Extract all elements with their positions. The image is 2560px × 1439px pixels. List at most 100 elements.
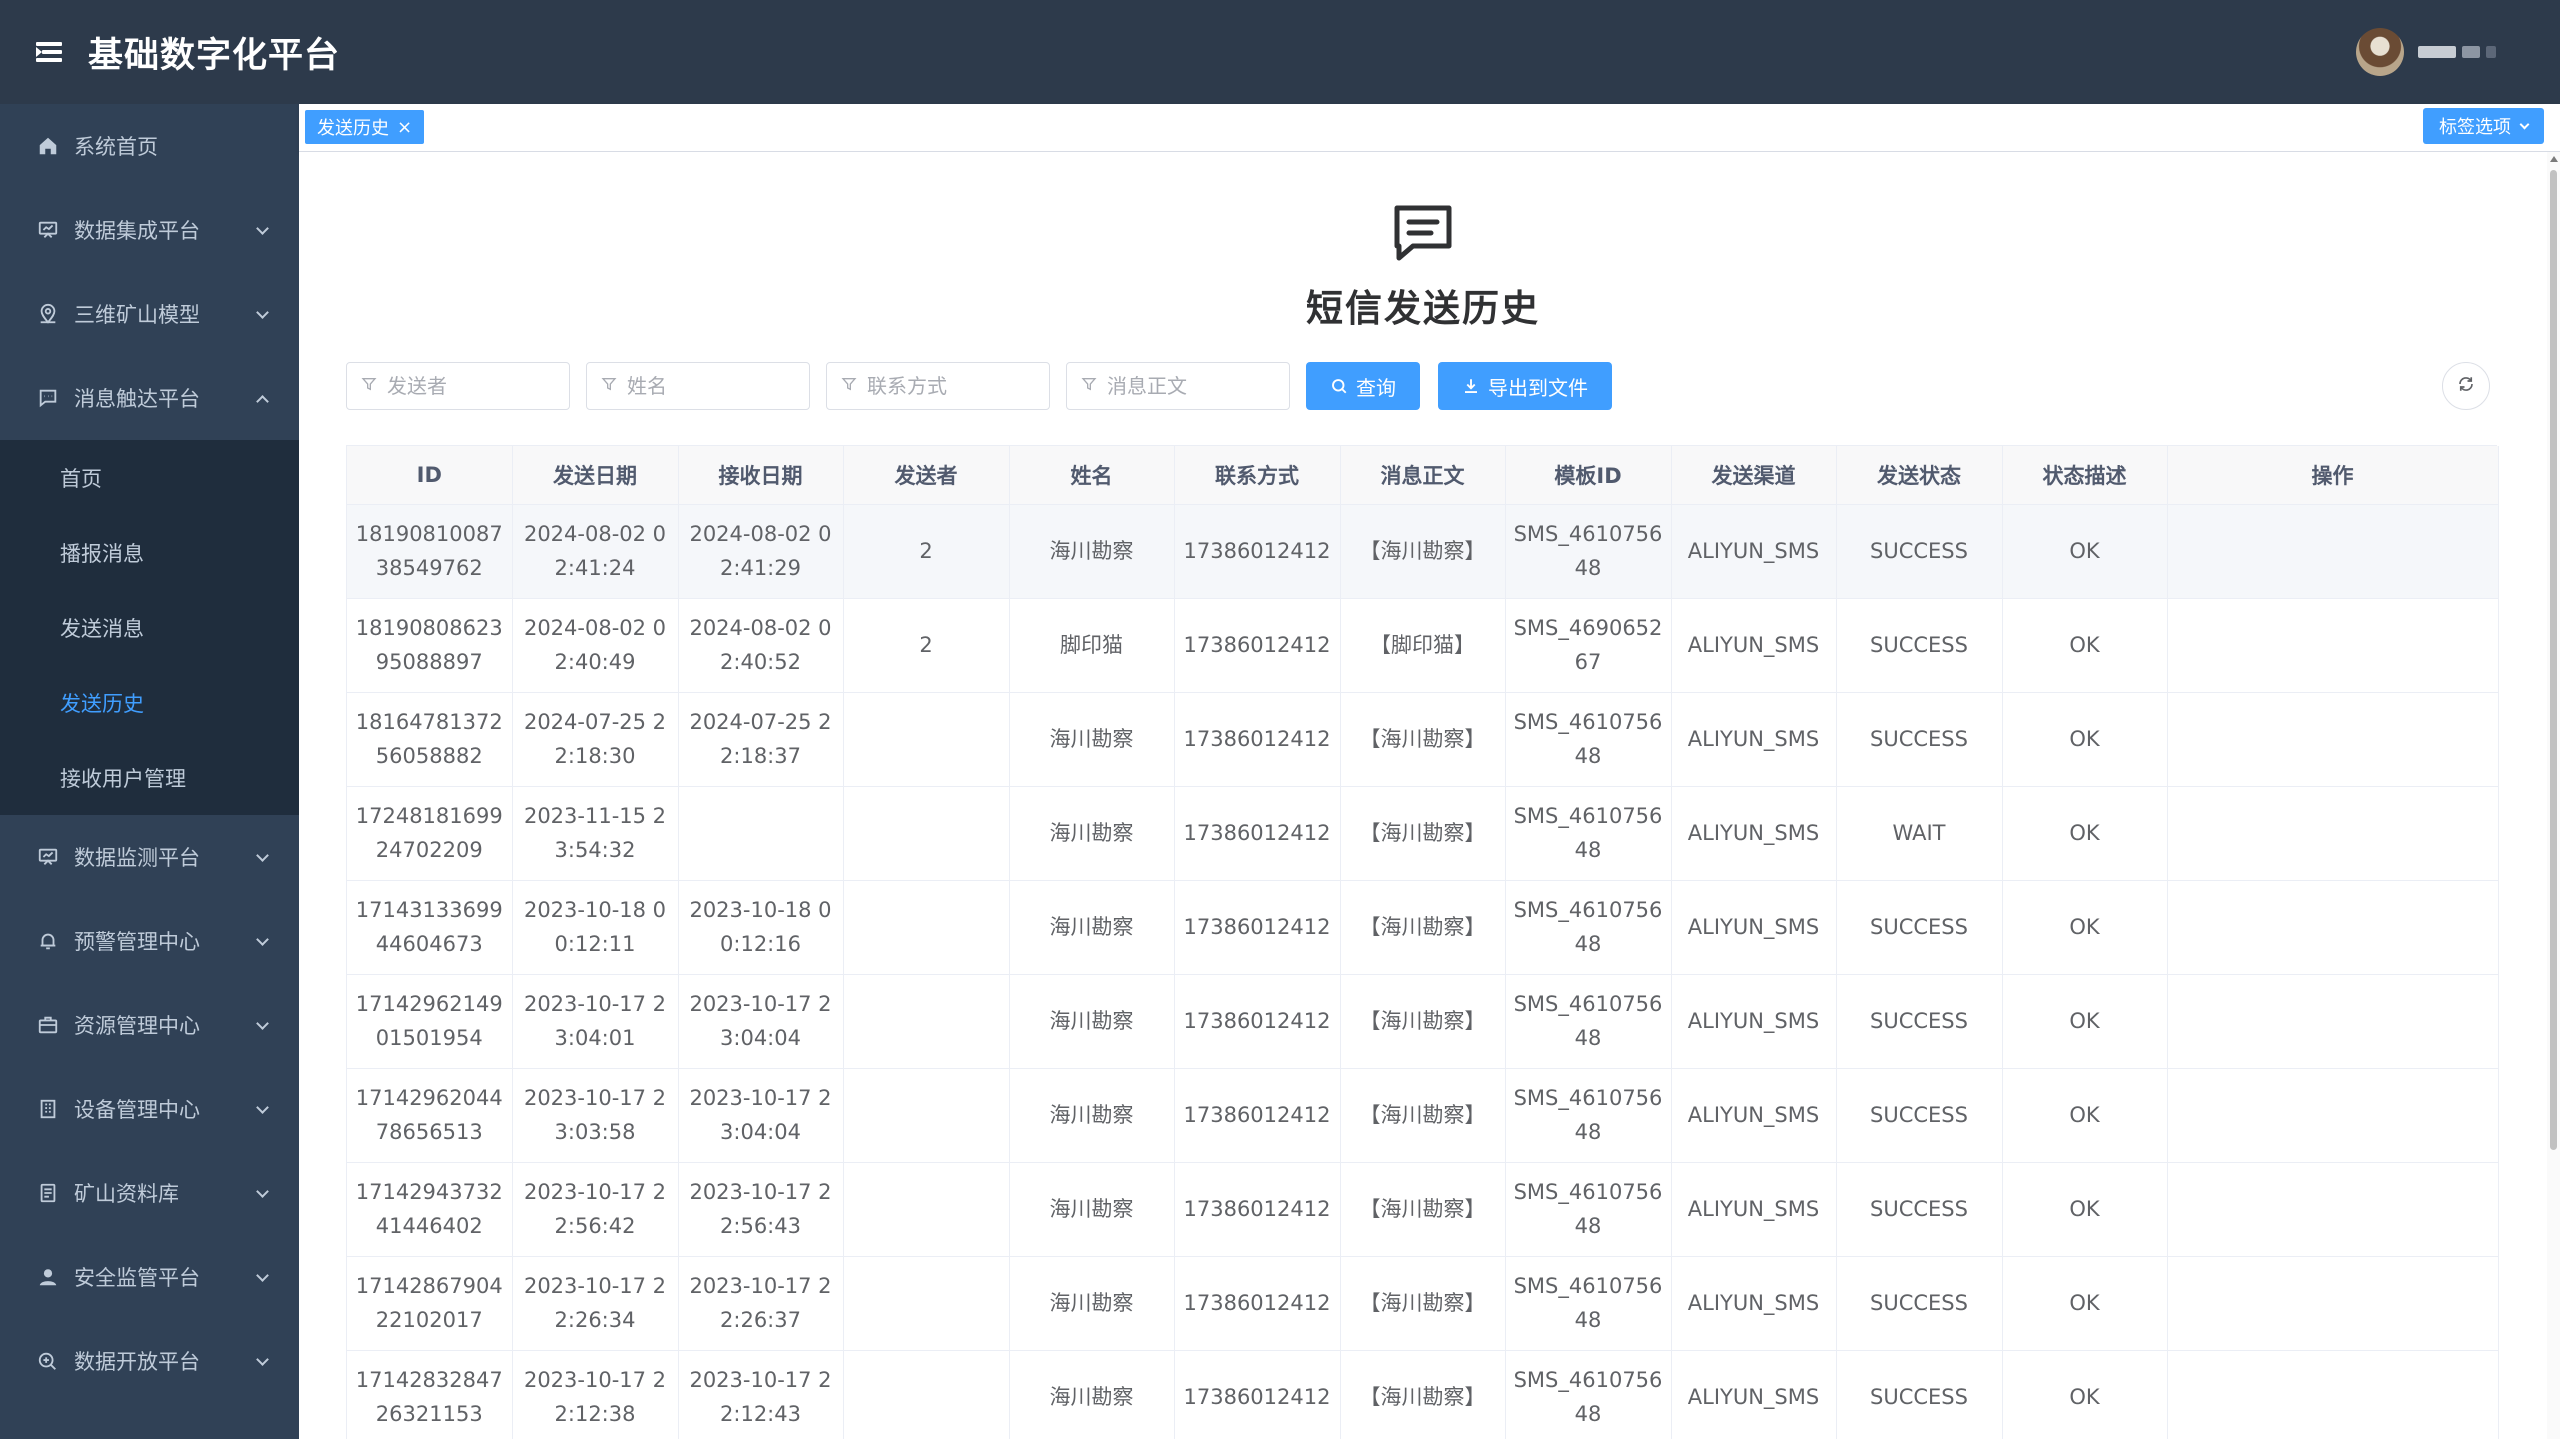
cell-contact: 17386012412 <box>1174 692 1341 787</box>
sidebar-item-safety-platform[interactable]: 安全监管平台 <box>0 1235 299 1319</box>
table-row[interactable]: 1819081008738549762 2024-08-02 02:41:24 … <box>347 504 2499 599</box>
user-menu[interactable] <box>2356 28 2496 76</box>
avatar[interactable] <box>2356 28 2404 76</box>
cell-id: 1819081008738549762 <box>347 504 513 599</box>
cell-channel: ALIYUN_SMS <box>1671 974 1837 1069</box>
cell-channel: ALIYUN_SMS <box>1671 504 1837 599</box>
table-row[interactable]: 1724818169924702209 2023-11-15 23:54:32 … <box>347 786 2499 881</box>
cell-contact: 17386012412 <box>1174 598 1341 693</box>
cell-sender <box>843 1350 1010 1439</box>
cell-actions <box>2167 692 2499 787</box>
table-row[interactable]: 1714296204478656513 2023-10-17 23:03:58 … <box>347 1068 2499 1163</box>
name-filter[interactable] <box>586 362 810 410</box>
cell-actions <box>2167 598 2499 693</box>
query-label: 查询 <box>1356 375 1396 400</box>
sidebar-item-label: 资源管理中心 <box>74 1014 200 1038</box>
sidebar-item-mine-library[interactable]: 矿山资料库 <box>0 1151 299 1235</box>
cell-sender <box>843 786 1010 881</box>
cell-status-desc: OK <box>2002 786 2168 881</box>
query-button[interactable]: 查询 <box>1306 362 1420 410</box>
cell-name: 海川勘察 <box>1009 692 1175 787</box>
table-row[interactable]: 1816478137256058882 2024-07-25 22:18:30 … <box>347 692 2499 787</box>
cell-actions <box>2167 880 2499 975</box>
tag-options-button[interactable]: 标签选项 <box>2423 108 2544 144</box>
table-row[interactable]: 1714294373241446402 2023-10-17 22:56:42 … <box>347 1162 2499 1257</box>
cell-id: 1714296204478656513 <box>347 1068 513 1163</box>
sidebar-item-data-integration[interactable]: 数据集成平台 <box>0 188 299 272</box>
cell-id: 1714286790422102017 <box>347 1256 513 1351</box>
cell-send-date: 2023-10-17 22:56:42 <box>512 1162 679 1257</box>
cell-actions <box>2167 1256 2499 1351</box>
message-filter[interactable] <box>1066 362 1290 410</box>
column-header-actions: 操作 <box>2167 446 2499 505</box>
table-row[interactable]: 1714313369944604673 2023-10-18 00:12:11 … <box>347 880 2499 975</box>
table-row[interactable]: 1714283284726321153 2023-10-17 22:12:38 … <box>347 1350 2499 1439</box>
export-button[interactable]: 导出到文件 <box>1438 362 1612 410</box>
cell-send-date: 2024-08-02 02:41:24 <box>512 504 679 599</box>
sidebar-subitem-broadcast[interactable]: 播报消息 <box>0 515 299 590</box>
filter-icon <box>361 376 377 396</box>
table-row[interactable]: 1714286790422102017 2023-10-17 22:26:34 … <box>347 1256 2499 1351</box>
sidebar-subitem-home[interactable]: 首页 <box>0 440 299 515</box>
contact-input[interactable] <box>867 374 1037 398</box>
cell-send-date: 2024-08-02 02:40:49 <box>512 598 679 693</box>
table-header-row: ID 发送日期 接收日期 发送者 姓名 联系方式 消息正文 模板ID 发送渠道 … <box>347 446 2499 505</box>
sidebar-subitem-send-message[interactable]: 发送消息 <box>0 590 299 665</box>
cell-channel: ALIYUN_SMS <box>1671 598 1837 693</box>
home-icon <box>36 134 60 158</box>
cell-channel: ALIYUN_SMS <box>1671 1256 1837 1351</box>
sidebar-item-label: 矿山资料库 <box>74 1182 179 1206</box>
scrollbar-thumb[interactable] <box>2550 170 2557 1150</box>
table-row[interactable]: 1714296214901501954 2023-10-17 23:04:01 … <box>347 974 2499 1069</box>
message-icon <box>36 386 60 410</box>
page-scrollbar[interactable] <box>2547 152 2560 1439</box>
contact-filter[interactable] <box>826 362 1050 410</box>
column-header-contact: 联系方式 <box>1174 446 1341 505</box>
cell-receive-date: 2024-08-02 02:40:52 <box>678 598 844 693</box>
chevron-down-icon <box>256 1101 269 1114</box>
sidebar-item-label: 系统首页 <box>74 135 158 159</box>
cell-sender <box>843 1256 1010 1351</box>
sidebar-item-data-monitoring[interactable]: 数据监测平台 <box>0 815 299 899</box>
sidebar-item-3d-mine-model[interactable]: 三维矿山模型 <box>0 272 299 356</box>
cell-id: 1714294373241446402 <box>347 1162 513 1257</box>
column-header-id: ID <box>347 446 513 505</box>
sidebar-subitem-send-history[interactable]: 发送历史 <box>0 665 299 740</box>
menu-toggle-icon[interactable] <box>36 40 64 64</box>
cell-status: SUCCESS <box>1836 692 2003 787</box>
tag-options-label: 标签选项 <box>2439 117 2511 138</box>
message-input[interactable] <box>1107 374 1277 398</box>
close-icon[interactable]: × <box>397 117 412 138</box>
sidebar-item-resource-center[interactable]: 资源管理中心 <box>0 983 299 1067</box>
export-label: 导出到文件 <box>1488 375 1588 400</box>
cell-channel: ALIYUN_SMS <box>1671 1068 1837 1163</box>
table-row[interactable]: 1819080862395088897 2024-08-02 02:40:49 … <box>347 598 2499 693</box>
sender-filter[interactable] <box>346 362 570 410</box>
cell-template-id: SMS_469065267 <box>1505 598 1672 693</box>
sidebar-item-open-data[interactable]: 数据开放平台 <box>0 1319 299 1403</box>
cell-status-desc: OK <box>2002 1256 2168 1351</box>
sender-input[interactable] <box>387 374 557 398</box>
scroll-up-icon[interactable] <box>2550 156 2558 162</box>
cell-receive-date: 2023-10-17 23:04:04 <box>678 974 844 1069</box>
cell-status-desc: OK <box>2002 880 2168 975</box>
cell-name: 海川勘察 <box>1009 1162 1175 1257</box>
cell-receive-date: 2023-10-17 22:12:43 <box>678 1350 844 1439</box>
monitor-icon <box>36 218 60 242</box>
cell-status: SUCCESS <box>1836 1256 2003 1351</box>
cell-status: SUCCESS <box>1836 504 2003 599</box>
cell-contact: 17386012412 <box>1174 974 1341 1069</box>
filter-bar: 查询 导出到文件 <box>346 362 1630 410</box>
name-input[interactable] <box>627 374 797 398</box>
tab-send-history[interactable]: 发送历史 × <box>305 110 425 144</box>
search-icon <box>1330 377 1348 395</box>
cell-status: SUCCESS <box>1836 1162 2003 1257</box>
sidebar-item-home[interactable]: 系统首页 <box>0 104 299 188</box>
sidebar-item-device-center[interactable]: 设备管理中心 <box>0 1067 299 1151</box>
sidebar-subitem-receivers[interactable]: 接收用户管理 <box>0 740 299 815</box>
sidebar-item-message-platform[interactable]: 消息触达平台 <box>0 356 299 440</box>
sidebar-item-alert-center[interactable]: 预警管理中心 <box>0 899 299 983</box>
sidebar-item-label: 三维矿山模型 <box>74 303 200 327</box>
refresh-button[interactable] <box>2442 362 2490 410</box>
cell-contact: 17386012412 <box>1174 786 1341 881</box>
